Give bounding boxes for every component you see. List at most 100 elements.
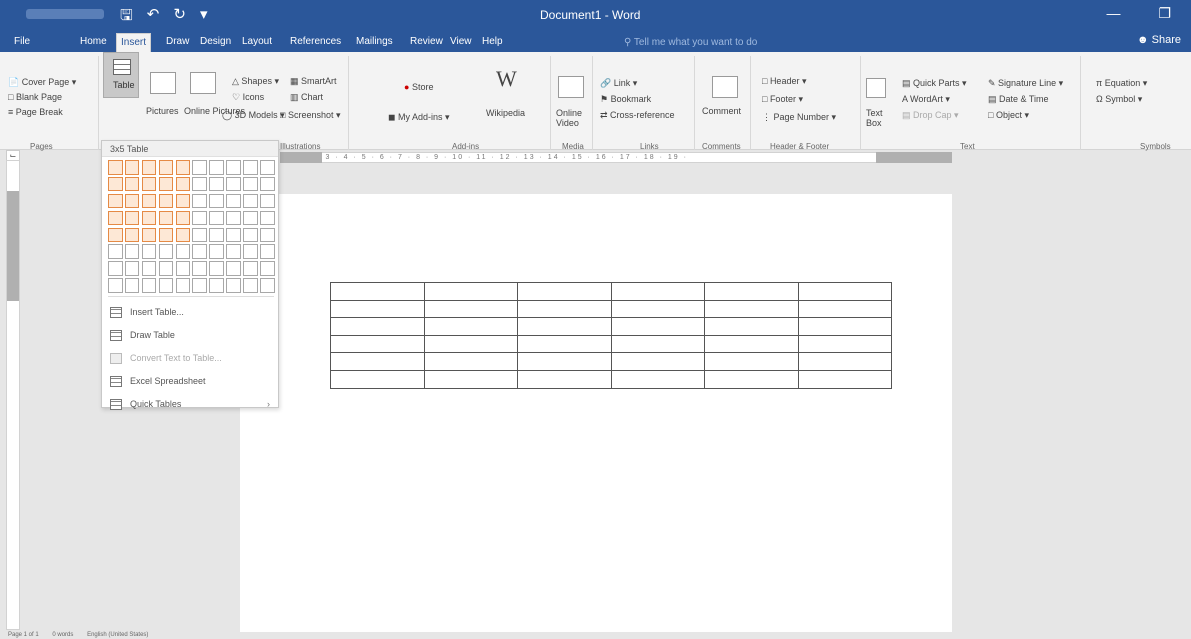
page-number-button[interactable]: ⋮ Page Number ▾ (762, 112, 836, 123)
page-count[interactable]: Page 1 of 1 (8, 632, 39, 638)
comment-icon[interactable] (712, 76, 738, 98)
table-grid-cell[interactable] (192, 160, 207, 175)
text-box-icon[interactable] (866, 78, 886, 98)
table-grid-cell[interactable] (260, 278, 275, 293)
table-grid-cell[interactable] (209, 261, 224, 276)
table-grid-cell[interactable] (209, 227, 224, 243)
save-icon[interactable]: 🖫 (120, 5, 133, 30)
menu-item[interactable]: Draw Table (108, 324, 274, 347)
store-button[interactable]: ● Store (404, 82, 433, 92)
pictures-button[interactable]: Pictures (146, 106, 179, 116)
table-grid-cell[interactable] (124, 278, 140, 293)
autosave-indicator[interactable] (26, 9, 104, 19)
table-grid-cell[interactable] (192, 210, 207, 226)
table-grid-cell[interactable] (175, 261, 191, 276)
table-cell[interactable] (610, 317, 705, 336)
table-grid-cell[interactable] (209, 160, 224, 175)
table-grid-cell[interactable] (108, 193, 123, 209)
table-grid-cell[interactable] (209, 193, 224, 209)
table-grid-cell[interactable] (226, 210, 241, 226)
proofing-language[interactable]: English (United States) (87, 632, 148, 638)
my-addins-button[interactable]: ◼ My Add-ins ▾ (388, 112, 450, 123)
table-cell[interactable] (704, 299, 799, 319)
table-grid-cell[interactable] (108, 261, 123, 276)
table-grid-cell[interactable] (209, 244, 224, 259)
blank-page-button[interactable]: □ Blank Page (8, 92, 62, 102)
table-cell[interactable] (330, 334, 425, 354)
smartart-button[interactable]: ▦ SmartArt (290, 76, 337, 87)
table-grid-cell[interactable] (243, 227, 258, 243)
table-grid-cell[interactable] (175, 193, 191, 209)
table-cell[interactable] (330, 317, 425, 336)
table-grid-cell[interactable] (108, 244, 123, 259)
drop-cap-button[interactable]: ▤ Drop Cap ▾ (902, 110, 959, 121)
table-cell[interactable] (517, 352, 612, 371)
customize-qat-icon[interactable]: ▾ (200, 5, 208, 30)
table-grid-cell[interactable] (243, 244, 258, 259)
tab-home[interactable]: Home (76, 33, 111, 52)
page-break-button[interactable]: ≡ Page Break (8, 107, 63, 117)
table-cell[interactable] (704, 282, 799, 301)
table-cell[interactable] (797, 352, 892, 371)
table-grid-cell[interactable] (192, 227, 207, 243)
table-grid-cell[interactable] (108, 210, 123, 226)
header-button[interactable]: □ Header ▾ (762, 76, 807, 87)
table-cell[interactable] (517, 282, 612, 301)
table-cell[interactable] (797, 282, 892, 301)
online-video-icon[interactable] (558, 76, 584, 98)
table-cell[interactable] (704, 369, 799, 389)
table-grid-cell[interactable] (226, 261, 241, 276)
table-grid-cell[interactable] (209, 278, 224, 293)
table-grid-cell[interactable] (124, 193, 140, 209)
icons-button[interactable]: ♡ Icons (232, 92, 264, 103)
table-cell[interactable] (330, 369, 425, 389)
table-cell[interactable] (517, 317, 612, 336)
menu-item[interactable]: Excel Spreadsheet (108, 370, 274, 393)
table-grid-cell[interactable] (124, 160, 140, 175)
tab-review[interactable]: Review (406, 33, 447, 52)
share-button[interactable]: ☻ Share (1137, 34, 1181, 46)
minimize-icon[interactable]: — (1106, 5, 1120, 22)
table-cell[interactable] (517, 299, 612, 319)
table-grid-cell[interactable] (260, 176, 275, 192)
table-grid-cell[interactable] (243, 176, 258, 192)
wordart-button[interactable]: A WordArt ▾ (902, 94, 950, 105)
table-grid-cell[interactable] (141, 227, 157, 243)
online-pictures-icon[interactable] (190, 72, 216, 94)
table-grid-cell[interactable] (141, 160, 157, 175)
text-box-button[interactable]: Text Box (866, 108, 886, 128)
table-cell[interactable] (423, 299, 518, 319)
table-cell[interactable] (610, 369, 705, 389)
comment-button[interactable]: Comment (702, 106, 741, 116)
table-grid-cell[interactable] (141, 278, 157, 293)
table-cell[interactable] (330, 299, 425, 319)
equation-button[interactable]: π Equation ▾ (1096, 78, 1147, 89)
tab-references[interactable]: References (286, 33, 345, 52)
tab-insert[interactable]: Insert (116, 33, 152, 52)
table-grid-cell[interactable] (192, 176, 207, 192)
symbol-button[interactable]: Ω Symbol ▾ (1096, 94, 1142, 105)
wikipedia-icon[interactable]: W (496, 66, 517, 92)
menu-item[interactable]: Insert Table... (108, 301, 274, 324)
table-cell[interactable] (797, 334, 892, 354)
table-grid-cell[interactable] (175, 227, 191, 243)
table-grid-cell[interactable] (260, 210, 275, 226)
table-grid-cell[interactable] (158, 176, 174, 192)
chart-button[interactable]: ▥ Chart (290, 92, 323, 103)
table-grid-cell[interactable] (141, 193, 157, 209)
table-grid-cell[interactable] (158, 193, 174, 209)
table-cell[interactable] (704, 352, 799, 371)
tab-file[interactable]: File (10, 33, 34, 52)
table-cell[interactable] (610, 299, 705, 319)
table-grid-cell[interactable] (108, 227, 123, 243)
table-grid-cell[interactable] (260, 244, 275, 259)
table-grid-cell[interactable] (260, 193, 275, 209)
restore-icon[interactable]: ❐ (1158, 5, 1171, 22)
table-cell[interactable] (797, 299, 892, 319)
table-grid-cell[interactable] (226, 278, 241, 293)
menu-item[interactable]: Quick Tables › (108, 393, 274, 416)
table-cell[interactable] (423, 352, 518, 371)
table-grid-cell[interactable] (243, 193, 258, 209)
word-count[interactable]: 0 words (52, 632, 73, 638)
table-cell[interactable] (330, 352, 425, 371)
